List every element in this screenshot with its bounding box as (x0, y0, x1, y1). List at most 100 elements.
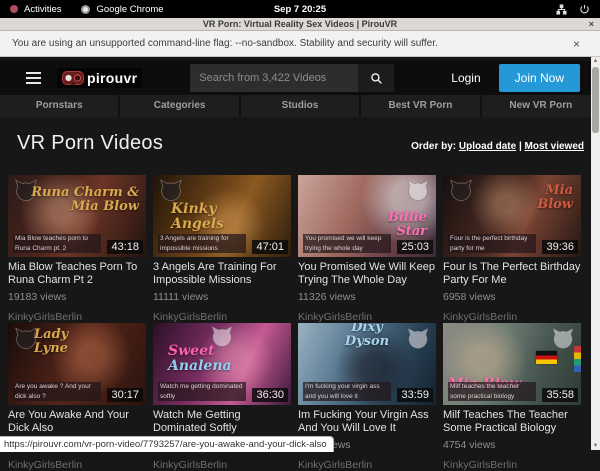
video-studio-link[interactable]: KinkyGirlsBerlin (8, 311, 146, 323)
thumbnail-caption: Milf teaches the teacher some practical … (448, 382, 536, 401)
thumbnail-caption: I'm fucking your virgin ass and you will… (303, 382, 391, 401)
overlay-name-line: Mia (537, 184, 573, 198)
search-icon (370, 72, 383, 85)
overlay-name-line: Kinky (171, 202, 224, 217)
power-icon[interactable] (579, 4, 590, 15)
studio-cat-mask-icon (13, 326, 39, 352)
order-by: Order by: Upload date | Most viewed (411, 141, 584, 155)
overlay-name-line: Lady (34, 328, 68, 342)
studio-cat-mask-icon (405, 326, 431, 352)
video-views: 19183 views (8, 291, 146, 303)
video-views: 4754 views (443, 439, 581, 451)
video-thumbnail[interactable]: Lady Lyne Are you awake ? And your dick … (8, 323, 146, 405)
video-thumbnail[interactable]: Sweet Analena Watch me getting dominated… (153, 323, 291, 405)
thumbnail-caption: Four is the perfect birthday party for m… (448, 234, 536, 253)
video-title[interactable]: Im Fucking Your Virgin Ass And You Will … (298, 409, 436, 434)
window-title-bar[interactable]: VR Porn: Virtual Reality Sex Videos | Pi… (0, 18, 600, 31)
video-title[interactable]: Four Is The Perfect Birthday Party For M… (443, 261, 581, 286)
video-studio-link[interactable]: KinkyGirlsBerlin (443, 459, 581, 471)
duration-badge: 33:59 (397, 388, 433, 402)
overlay-name-line: Lyne (34, 342, 68, 356)
thumbnail-caption: Are you awake ? And your dick also ? (13, 382, 101, 401)
video-card[interactable]: Runa Charm & Mia Blow Mia Blow teaches p… (8, 175, 146, 323)
network-icon[interactable] (556, 4, 567, 15)
video-views: 6958 views (443, 291, 581, 303)
duration-badge: 25:03 (397, 240, 433, 254)
video-thumbnail[interactable]: Runa Charm & Mia Blow Mia Blow teaches p… (8, 175, 146, 257)
video-studio-link[interactable]: KinkyGirlsBerlin (443, 311, 581, 323)
order-by-label: Order by: (411, 141, 456, 152)
video-title[interactable]: Watch Me Getting Dominated Softly (153, 409, 291, 434)
thumbnail-overlay-name: Billie Star (388, 211, 427, 238)
nav-best-vr-porn[interactable]: Best VR Porn (361, 95, 481, 117)
warning-text: You are using an unsupported command-lin… (12, 38, 438, 49)
video-card[interactable]: Kinky Angels 3 Angels are training for i… (153, 175, 291, 323)
video-title[interactable]: You Promised We Will Keep Trying The Who… (298, 261, 436, 286)
overlay-name-line: Analena (168, 359, 232, 374)
video-title[interactable]: 3 Angels Are Training For Impossible Mis… (153, 261, 291, 286)
overlay-name-line: Blow (537, 198, 573, 212)
nav-categories[interactable]: Categories (120, 95, 240, 117)
thumbnail-caption: Mia Blow teaches porn to Runa Charm pt. … (13, 234, 101, 253)
site-logo[interactable]: pirouvr (57, 68, 142, 88)
scrollbar-thumb[interactable] (592, 67, 599, 133)
studio-cat-mask-icon (13, 178, 39, 204)
login-link[interactable]: Login (451, 71, 480, 85)
video-thumbnail[interactable]: Billie Star You promised we will keep tr… (298, 175, 436, 257)
overlay-name-line: Dixy (345, 323, 389, 335)
search-input[interactable] (190, 64, 358, 92)
join-now-button[interactable]: Join Now (499, 64, 580, 92)
duration-badge: 47:01 (252, 240, 288, 254)
thumbnail-caption: You promised we will keep trying the who… (303, 234, 391, 253)
video-studio-link[interactable]: KinkyGirlsBerlin (153, 459, 291, 471)
nav-new-vr-porn[interactable]: New VR Porn (482, 95, 600, 117)
studio-cat-mask-icon (448, 178, 474, 204)
window-close-icon[interactable]: × (589, 18, 594, 31)
scroll-down-icon[interactable]: ▼ (593, 442, 599, 450)
thumbnail-caption: Watch me getting dominated softly (158, 382, 246, 401)
overlay-name-line: Mia Blow (31, 200, 139, 214)
overlay-name-line: Star (388, 225, 427, 239)
site-header: pirouvr Login Join Now (0, 61, 600, 95)
video-studio-link[interactable]: KinkyGirlsBerlin (153, 311, 291, 323)
studio-cat-mask-icon (158, 178, 184, 204)
video-thumbnail[interactable]: Dixy Dyson I'm fucking your virgin ass a… (298, 323, 436, 405)
chrome-icon (81, 5, 90, 14)
video-title[interactable]: Mia Blow Teaches Porn To Runa Charm Pt 2 (8, 261, 146, 286)
thumbnail-overlay-name: Runa Charm & Mia Blow (31, 186, 139, 213)
warning-close-icon[interactable]: × (573, 37, 580, 51)
video-card[interactable]: Billie Star You promised we will keep tr… (298, 175, 436, 323)
vertical-scrollbar[interactable]: ▲ ▼ (591, 57, 600, 450)
order-upload-date-link[interactable]: Upload date (459, 141, 516, 152)
warning-bar: You are using an unsupported command-lin… (0, 31, 600, 57)
video-studio-link[interactable]: KinkyGirlsBerlin (8, 459, 146, 471)
video-card[interactable]: Mia Blow Milf teaches the teacher some p… (443, 323, 581, 471)
video-grid: Runa Charm & Mia Blow Mia Blow teaches p… (8, 175, 600, 471)
colorful-flag-graphic (574, 346, 581, 372)
order-most-viewed-link[interactable]: Most viewed (525, 141, 584, 152)
search-button[interactable] (358, 64, 394, 92)
german-flag-graphic (536, 351, 557, 364)
hamburger-menu-icon[interactable] (26, 72, 41, 85)
video-studio-link[interactable]: KinkyGirlsBerlin (298, 311, 436, 323)
thumbnail-overlay-name: Kinky Angels (171, 202, 224, 231)
video-card[interactable]: Mia Blow Four is the perfect birthday pa… (443, 175, 581, 323)
video-thumbnail[interactable]: Kinky Angels 3 Angels are training for i… (153, 175, 291, 257)
order-separator: | (519, 141, 522, 152)
video-views: 11326 views (298, 291, 436, 303)
nav-studios[interactable]: Studios (241, 95, 361, 117)
activities-button[interactable]: Activities (24, 4, 61, 15)
window-title: VR Porn: Virtual Reality Sex Videos | Pi… (203, 19, 397, 29)
video-title[interactable]: Milf Teaches The Teacher Some Practical … (443, 409, 581, 434)
video-thumbnail[interactable]: Mia Blow Milf teaches the teacher some p… (443, 323, 581, 405)
video-studio-link[interactable]: KinkyGirlsBerlin (298, 459, 436, 471)
vr-goggles-icon (62, 71, 84, 85)
video-title[interactable]: Are You Awake And Your Dick Also (8, 409, 146, 434)
scroll-up-icon[interactable]: ▲ (593, 57, 599, 65)
overlay-name-line: Dyson (345, 335, 389, 349)
app-menu-button[interactable]: Google Chrome (96, 4, 163, 15)
duration-badge: 35:58 (542, 388, 578, 402)
nav-pornstars[interactable]: Pornstars (0, 95, 120, 117)
video-thumbnail[interactable]: Mia Blow Four is the perfect birthday pa… (443, 175, 581, 257)
thumbnail-overlay-name: Mia Blow (537, 184, 573, 211)
